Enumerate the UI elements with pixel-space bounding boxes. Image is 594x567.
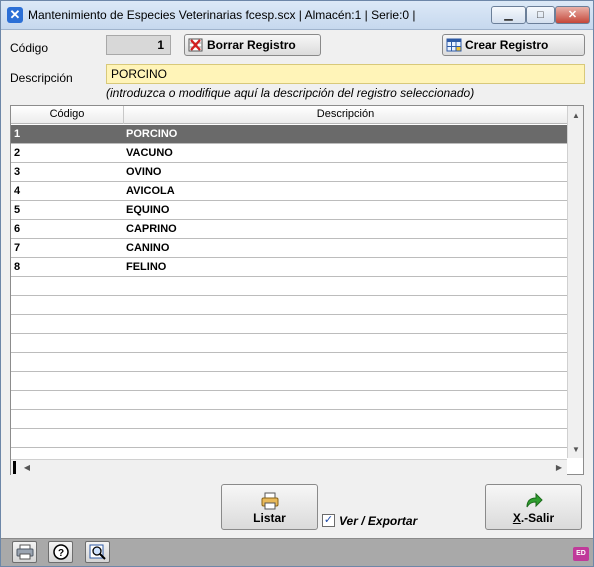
- window-title: Mantenimiento de Especies Veterinarias f…: [28, 8, 416, 22]
- cell-descripcion: AVICOLA: [126, 185, 175, 197]
- empty-row[interactable]: [11, 391, 567, 410]
- listar-button[interactable]: Listar: [221, 484, 318, 530]
- cell-descripcion: CANINO: [126, 242, 170, 254]
- app-x-icon[interactable]: ✕: [7, 7, 23, 23]
- descripcion-input[interactable]: PORCINO: [106, 64, 585, 84]
- column-header-codigo[interactable]: Código: [11, 108, 123, 120]
- borrar-registro-button[interactable]: Borrar Registro: [184, 34, 321, 56]
- grid-rows: 1 PORCINO 2 VACUNO 3 OVINO 4 AVICOLA 5 E…: [11, 125, 567, 467]
- records-grid[interactable]: Código Descripción 1 PORCINO 2 VACUNO 3 …: [10, 105, 584, 475]
- codigo-field[interactable]: 1: [106, 35, 171, 55]
- table-row[interactable]: 1 PORCINO: [11, 125, 567, 144]
- borrar-registro-label: Borrar Registro: [207, 38, 296, 52]
- ver-exportar-checkbox[interactable]: ✓: [322, 514, 335, 527]
- cell-codigo: 2: [14, 147, 21, 159]
- empty-row[interactable]: [11, 372, 567, 391]
- preview-search-button[interactable]: [85, 541, 110, 563]
- codigo-label: Código: [10, 41, 49, 55]
- cell-codigo: 6: [14, 223, 21, 235]
- empty-row[interactable]: [11, 296, 567, 315]
- column-header-descripcion[interactable]: Descripción: [124, 108, 567, 120]
- table-row[interactable]: 3 OVINO: [11, 163, 567, 182]
- empty-row[interactable]: [11, 410, 567, 429]
- help-icon: ?: [53, 544, 69, 560]
- empty-row[interactable]: [11, 277, 567, 296]
- cell-codigo: 4: [14, 185, 21, 197]
- new-record-icon: [446, 38, 462, 52]
- empty-row[interactable]: [11, 429, 567, 448]
- empty-row[interactable]: [11, 315, 567, 334]
- cell-codigo: 3: [14, 166, 21, 178]
- scroll-left-icon[interactable]: ◀: [19, 460, 35, 476]
- exit-arrow-icon: [526, 492, 543, 508]
- table-row[interactable]: 6 CAPRINO: [11, 220, 567, 239]
- cell-codigo: 7: [14, 242, 21, 254]
- grid-header: Código Descripción: [11, 106, 567, 124]
- cell-descripcion: PORCINO: [126, 128, 178, 140]
- cell-codigo: 1: [14, 128, 21, 140]
- cell-descripcion: CAPRINO: [126, 223, 177, 235]
- salir-label-rest: .-Salir: [520, 511, 555, 525]
- print-list-icon: [261, 492, 278, 510]
- cell-codigo: 8: [14, 261, 21, 273]
- main-window: ✕ Mantenimiento de Especies Veterinarias…: [0, 0, 594, 567]
- cell-descripcion: FELINO: [126, 261, 167, 273]
- title-bar: ✕ Mantenimiento de Especies Veterinarias…: [1, 1, 593, 30]
- close-button[interactable]: ✕: [555, 6, 590, 24]
- cell-descripcion: OVINO: [126, 166, 162, 178]
- table-row[interactable]: 2 VACUNO: [11, 144, 567, 163]
- horizontal-scrollbar[interactable]: ◀ ▶: [11, 459, 567, 475]
- scroll-up-icon[interactable]: ▲: [568, 108, 584, 124]
- scroll-right-icon[interactable]: ▶: [551, 460, 567, 476]
- text-cursor-marker: [13, 461, 16, 474]
- svg-text:?: ?: [58, 548, 64, 559]
- cell-descripcion: EQUINO: [126, 204, 170, 216]
- scroll-down-icon[interactable]: ▼: [568, 442, 584, 458]
- printer-icon: [16, 544, 34, 560]
- cell-codigo: 5: [14, 204, 21, 216]
- ed-badge-icon: ED: [573, 547, 589, 561]
- minimize-button[interactable]: ▁: [491, 6, 526, 24]
- crear-registro-button[interactable]: Crear Registro: [442, 34, 585, 56]
- table-row[interactable]: 7 CANINO: [11, 239, 567, 258]
- empty-row[interactable]: [11, 334, 567, 353]
- empty-row[interactable]: [11, 353, 567, 372]
- table-row[interactable]: 8 FELINO: [11, 258, 567, 277]
- delete-record-icon: [188, 38, 203, 52]
- printer-button[interactable]: [12, 541, 37, 563]
- ver-exportar-label[interactable]: Ver / Exportar: [339, 514, 417, 528]
- descripcion-hint: (introduzca o modifique aquí la descripc…: [106, 86, 475, 100]
- salir-label: X.-Salir: [512, 511, 555, 525]
- cell-descripcion: VACUNO: [126, 147, 173, 159]
- table-row[interactable]: 5 EQUINO: [11, 201, 567, 220]
- listar-label: Listar: [253, 511, 286, 525]
- crear-registro-label: Crear Registro: [465, 38, 549, 52]
- table-row[interactable]: 4 AVICOLA: [11, 182, 567, 201]
- descripcion-label: Descripción: [10, 71, 73, 85]
- preview-search-icon: [89, 544, 106, 560]
- status-bar: ? ED: [1, 538, 593, 566]
- salir-button[interactable]: X.-Salir: [485, 484, 582, 530]
- vertical-scrollbar[interactable]: ▲ ▼: [567, 106, 583, 458]
- maximize-button[interactable]: □: [526, 6, 555, 24]
- help-button[interactable]: ?: [48, 541, 73, 563]
